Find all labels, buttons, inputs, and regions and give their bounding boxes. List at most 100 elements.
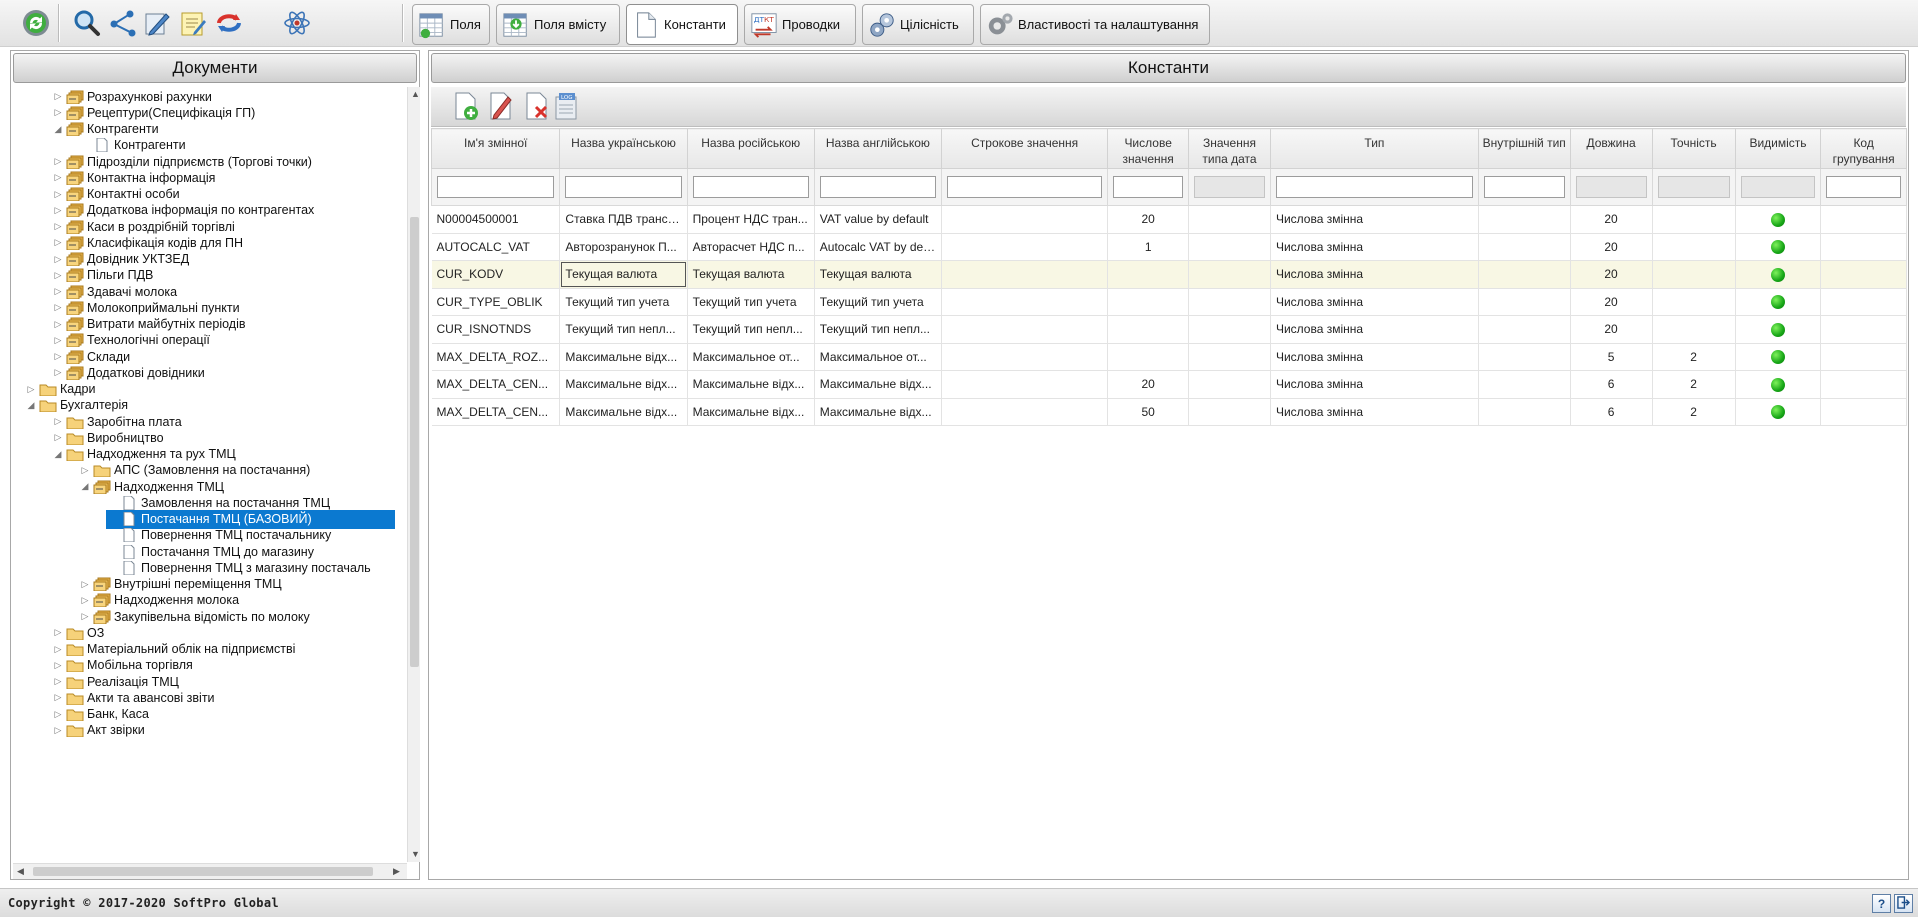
collapse-arrow-icon[interactable]: ▷	[52, 351, 64, 362]
scroll-down-arrow-icon[interactable]: ▼	[411, 849, 420, 859]
column-filter-input[interactable]	[1483, 176, 1565, 198]
table-cell[interactable]	[1735, 370, 1822, 399]
collapse-arrow-icon[interactable]: ▷	[52, 221, 64, 232]
column-header[interactable]: Внутрішній тип	[1477, 128, 1571, 169]
table-cell[interactable]: Текущий тип непл...	[814, 315, 942, 344]
table-cell[interactable]	[1735, 205, 1822, 234]
add-button[interactable]	[450, 91, 482, 123]
scroll-left-arrow-icon[interactable]: ◀	[17, 866, 24, 877]
column-filter-input[interactable]	[946, 176, 1103, 198]
table-cell[interactable]: Максимальное от...	[687, 343, 815, 371]
search-icon[interactable]	[70, 6, 104, 40]
table-cell[interactable]: 20	[1570, 288, 1653, 316]
tab-constants[interactable]: Константи	[626, 4, 738, 45]
table-row[interactable]: AUTOCALC_VAT Авторозранунок П... Авторасче…	[431, 233, 1907, 261]
collapse-arrow-icon[interactable]: ▷	[79, 595, 91, 606]
table-cell[interactable]: 20	[1570, 205, 1653, 234]
table-cell[interactable]	[1820, 315, 1907, 344]
table-cell[interactable]: MAX_DELTA_ROZ...	[431, 343, 561, 371]
table-cell[interactable]	[1820, 260, 1907, 289]
atom-icon[interactable]	[280, 6, 314, 40]
table-cell[interactable]: Числова змінна	[1270, 260, 1479, 289]
table-cell[interactable]: 5	[1570, 343, 1653, 371]
column-header[interactable]: Довжина	[1569, 128, 1653, 169]
table-cell[interactable]: 50	[1107, 398, 1190, 426]
notes-icon[interactable]	[176, 6, 210, 40]
table-cell[interactable]: Максимальне відх...	[687, 398, 815, 426]
collapse-arrow-icon[interactable]: ▷	[52, 237, 64, 248]
collapse-arrow-icon[interactable]: ▷	[79, 465, 91, 476]
tree-folder-item[interactable]: ▷ Закупівельна відомість по молоку	[79, 607, 310, 626]
table-cell[interactable]: Текущая валюта	[814, 260, 942, 289]
collapse-arrow-icon[interactable]: ▷	[52, 335, 64, 346]
collapse-arrow-icon[interactable]: ▷	[52, 189, 64, 200]
table-cell[interactable]: 1	[1107, 233, 1190, 261]
table-cell[interactable]	[1188, 260, 1271, 289]
table-cell[interactable]: VAT value by default	[814, 205, 942, 234]
table-cell[interactable]: Текущий тип учета	[687, 288, 815, 316]
column-header[interactable]: Видимість	[1734, 128, 1822, 169]
table-cell[interactable]	[1478, 260, 1571, 289]
table-cell[interactable]: CUR_KODV	[431, 260, 561, 289]
tab-fields[interactable]: Поля	[412, 4, 490, 45]
table-cell[interactable]	[1188, 205, 1271, 234]
collapse-arrow-icon[interactable]: ▷	[52, 319, 64, 330]
expand-arrow-icon[interactable]: ◢	[25, 400, 37, 411]
table-cell[interactable]: Числова змінна	[1270, 288, 1479, 316]
table-row[interactable]: CUR_ISNOTNDS Текущий тип непл... Текущий т…	[431, 315, 1907, 344]
table-cell[interactable]	[1478, 370, 1571, 399]
table-cell[interactable]	[1107, 288, 1190, 316]
table-cell[interactable]: Текущий тип непл...	[559, 315, 688, 344]
table-cell[interactable]	[1735, 260, 1822, 289]
collapse-arrow-icon[interactable]: ▷	[52, 205, 64, 216]
table-cell[interactable]	[1478, 315, 1571, 344]
collapse-arrow-icon[interactable]: ▷	[79, 579, 91, 590]
table-cell[interactable]	[941, 315, 1109, 344]
column-header[interactable]: Числове значення	[1107, 128, 1190, 169]
table-cell[interactable]: Числова змінна	[1270, 233, 1479, 261]
tab-integrity[interactable]: Цілісність	[862, 4, 974, 45]
table-cell[interactable]: 2	[1652, 398, 1736, 426]
table-cell[interactable]: 2	[1652, 370, 1736, 399]
table-cell[interactable]	[1735, 398, 1822, 426]
table-cell[interactable]	[1652, 315, 1736, 344]
column-header[interactable]: Назва англійською	[813, 128, 942, 169]
refresh-icon[interactable]	[19, 6, 53, 40]
column-header[interactable]: Код групування	[1820, 128, 1907, 169]
table-cell[interactable]	[1188, 288, 1271, 316]
table-row[interactable]: N00004500001 Ставка ПДВ трансп... Процент …	[431, 205, 1907, 234]
table-cell[interactable]	[1820, 370, 1907, 399]
table-cell[interactable]: Максимальне відх...	[559, 370, 688, 399]
collapse-arrow-icon[interactable]: ▷	[52, 270, 64, 281]
table-cell[interactable]: 20	[1570, 315, 1653, 344]
help-button[interactable]: ?	[1872, 894, 1891, 913]
table-row[interactable]: MAX_DELTA_CEN... Максимальне відх... Макси…	[431, 398, 1907, 426]
table-cell[interactable]: 6	[1570, 370, 1653, 399]
table-cell[interactable]	[1735, 343, 1822, 371]
tree-folder-item[interactable]: ▷ Акт звірки	[52, 721, 145, 740]
table-cell[interactable]	[1478, 233, 1571, 261]
column-header[interactable]: Ім'я змінної	[430, 128, 561, 169]
log-button[interactable]: LOG	[549, 91, 581, 123]
table-cell[interactable]: MAX_DELTA_CEN...	[431, 370, 561, 399]
edit-icon[interactable]	[140, 6, 174, 40]
table-cell[interactable]	[1735, 288, 1822, 316]
table-cell[interactable]	[1188, 370, 1271, 399]
table-cell[interactable]: Текущий тип учета	[814, 288, 942, 316]
share-icon[interactable]	[106, 6, 140, 40]
expand-arrow-icon[interactable]: ◢	[52, 124, 64, 135]
table-cell[interactable]	[941, 260, 1109, 289]
table-cell[interactable]: 20	[1570, 233, 1653, 261]
collapse-arrow-icon[interactable]: ▷	[52, 644, 64, 655]
table-cell[interactable]	[1820, 288, 1907, 316]
collapse-arrow-icon[interactable]: ▷	[52, 416, 64, 427]
collapse-arrow-icon[interactable]: ▷	[52, 432, 64, 443]
table-cell[interactable]	[1652, 205, 1736, 234]
collapse-arrow-icon[interactable]: ▷	[52, 254, 64, 265]
table-cell[interactable]	[1188, 343, 1271, 371]
column-header[interactable]: Значення типа дата	[1188, 128, 1271, 169]
table-cell[interactable]: Максимальное от...	[814, 343, 942, 371]
table-cell[interactable]	[1652, 288, 1736, 316]
table-row[interactable]: CUR_KODV Текущая валюта Текущая валюта Теку…	[431, 260, 1907, 289]
collapse-arrow-icon[interactable]: ▷	[52, 286, 64, 297]
